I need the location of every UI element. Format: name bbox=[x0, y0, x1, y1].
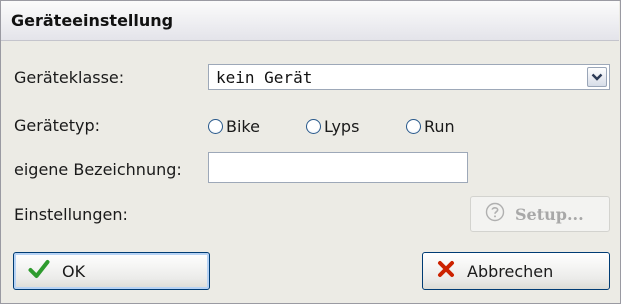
bezeichnung-input[interactable] bbox=[208, 152, 468, 183]
radio-label: Lyps bbox=[324, 117, 360, 136]
setup-button-label: Setup... bbox=[515, 204, 584, 224]
dialog-title: Geräteeinstellung bbox=[11, 11, 174, 30]
dialog-titlebar: Geräteeinstellung bbox=[1, 1, 619, 41]
geraeteklasse-value: kein Gerät bbox=[216, 68, 313, 87]
help-circle-icon bbox=[485, 202, 505, 226]
einstellungen-label: Einstellungen: bbox=[14, 205, 128, 224]
radio-option-run[interactable]: Run bbox=[406, 117, 455, 136]
bezeichnung-label: eigene Bezeichnung: bbox=[14, 160, 182, 179]
radio-label: Bike bbox=[226, 117, 260, 136]
chevron-down-icon[interactable] bbox=[587, 67, 607, 87]
radio-label: Run bbox=[424, 117, 455, 136]
geraeteklasse-label: Geräteklasse: bbox=[14, 68, 125, 87]
radio-option-bike[interactable]: Bike bbox=[208, 117, 260, 136]
cancel-button[interactable]: Abbrechen bbox=[422, 252, 610, 290]
geraetetyp-label: Gerätetyp: bbox=[14, 116, 101, 135]
radio-button[interactable] bbox=[208, 119, 223, 134]
setup-button[interactable]: Setup... bbox=[470, 196, 610, 232]
x-icon bbox=[437, 260, 455, 282]
radio-button[interactable] bbox=[306, 119, 321, 134]
radio-button[interactable] bbox=[406, 119, 421, 134]
ok-button[interactable]: OK bbox=[13, 252, 210, 290]
cancel-button-label: Abbrechen bbox=[467, 261, 554, 281]
checkmark-icon bbox=[28, 259, 50, 283]
radio-option-lyps[interactable]: Lyps bbox=[306, 117, 359, 136]
geraeteklasse-select[interactable]: kein Gerät bbox=[208, 64, 610, 90]
ok-button-label: OK bbox=[62, 261, 86, 281]
